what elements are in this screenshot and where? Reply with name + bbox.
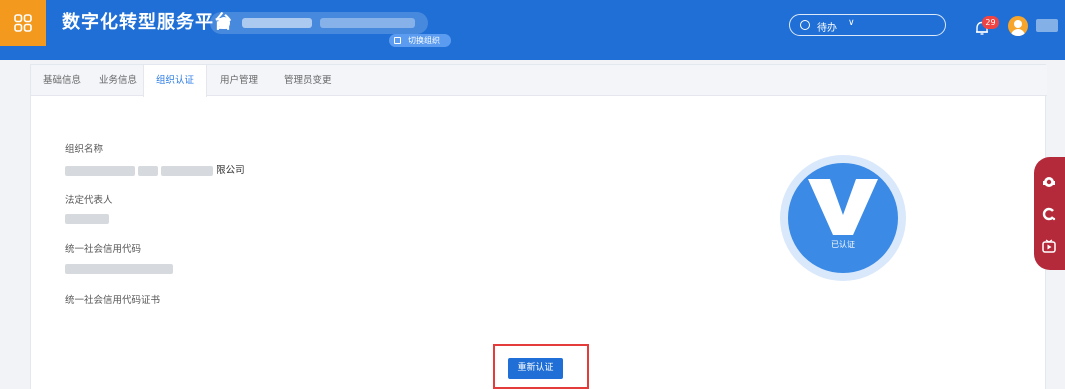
recertify-highlight-box: 重新认证 [493,344,589,389]
tab-org-certification[interactable]: 组织认证 [143,65,208,97]
legal-rep-label: 法定代表人 [65,195,113,206]
tab-admin-change[interactable]: 管理员变更 [272,65,344,96]
legal-rep-value [65,213,109,224]
current-org-selector[interactable] [210,12,428,34]
avatar-head [1014,20,1022,28]
switch-org-button[interactable]: 切换组织 [389,34,451,47]
org-name-label: 组织名称 [65,144,104,155]
chevron-down-icon: ∨ [848,18,855,28]
verified-badge: 已认证 [780,155,906,281]
switch-org-label: 切换组织 [408,36,440,45]
customer-service-icon[interactable] [1042,175,1056,189]
verified-badge-inner: 已认证 [788,163,898,273]
org-name-redacted-2 [320,18,415,28]
org-name-suffix: 限公司 [216,165,245,176]
org-name-redacted [242,18,312,28]
verified-status-text: 已认证 [831,240,855,249]
legal-rep-redacted [65,213,109,224]
copyright-c-icon[interactable] [1042,207,1056,221]
switch-icon [394,37,401,44]
org-name-redacted-part-2 [138,165,159,176]
user-avatar[interactable] [1008,16,1028,36]
search-input[interactable]: 待办 ∨ [789,14,946,36]
notification-badge: 29 [982,16,999,29]
org-name-redacted-part-1 [65,165,135,176]
search-label: 待办 [817,23,837,34]
top-header: 数字化转型服务平台 切换组织 待办 ∨ 29 [0,0,1065,60]
org-name-redacted-part-3 [161,165,214,176]
tab-business-info[interactable]: 业务信息 [87,65,149,96]
user-name-redacted[interactable] [1036,19,1058,32]
org-icon [218,17,230,29]
credit-cert-label: 统一社会信用代码证书 [65,295,161,306]
verified-v-icon [808,179,878,235]
tab-basic-info[interactable]: 基础信息 [31,65,93,96]
avatar-body [1011,29,1025,36]
apps-grid-icon[interactable] [0,0,46,46]
tab-user-management[interactable]: 用户管理 [208,65,270,96]
tab-bar: 基础信息 业务信息 组织认证 用户管理 管理员变更 [31,65,1047,97]
recertify-button[interactable]: 重新认证 [508,358,563,379]
tv-play-icon[interactable] [1042,239,1056,253]
credit-code-label: 统一社会信用代码 [65,244,142,255]
org-name-value: 限公司 [65,162,245,176]
search-icon [800,20,810,30]
floating-toolbar [1034,157,1065,270]
credit-code-value [65,263,173,274]
app-title: 数字化转型服务平台 [62,12,233,33]
credit-code-redacted [65,263,173,274]
